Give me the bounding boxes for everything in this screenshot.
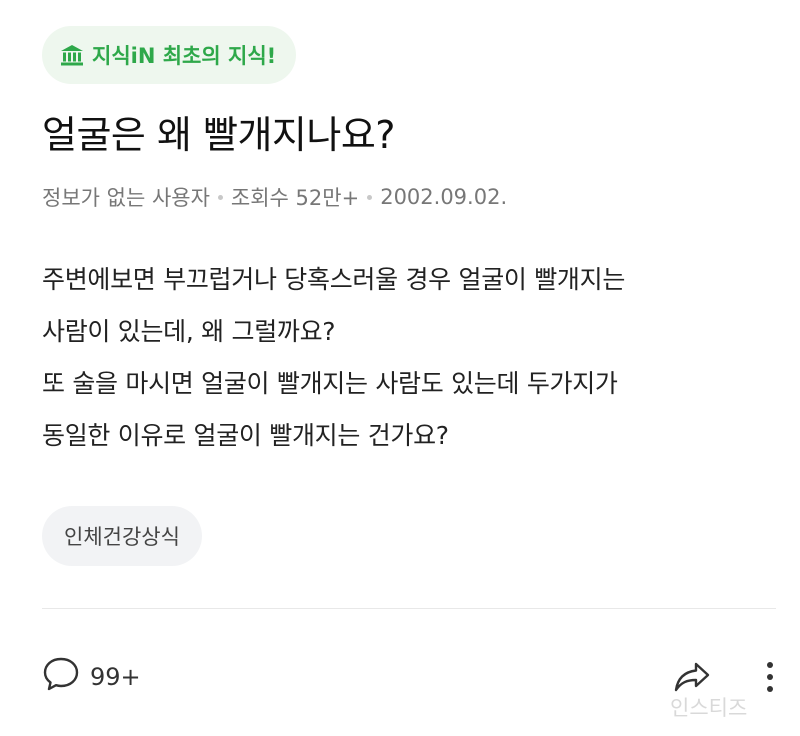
more-options-button[interactable] (760, 660, 780, 698)
body-line: 동일한 이유로 얼굴이 빨개지는 건가요? (42, 421, 449, 450)
question-date: 2002.09.02. (380, 185, 508, 209)
comment-button[interactable]: 99+ (42, 655, 141, 699)
more-vertical-icon (760, 662, 780, 698)
category-tag[interactable]: 인체건강상식 (42, 506, 202, 566)
question-title: 얼굴은 왜 빨개지나요? (42, 113, 395, 157)
meta-separator (367, 194, 373, 200)
meta-separator (217, 194, 223, 200)
comment-count: 99+ (90, 663, 141, 691)
question-body: 주변에보면 부끄럽거나 당혹스러울 경우 얼굴이 빨개지는 사람이 있는데, 왜… (42, 254, 772, 462)
speech-bubble-icon (42, 655, 80, 699)
author-name[interactable]: 정보가 없는 사용자 (42, 182, 210, 212)
body-line: 또 술을 마시면 얼굴이 빨개지는 사람도 있는데 두가지가 (42, 369, 618, 398)
divider (42, 608, 776, 609)
body-line: 주변에보면 부끄럽거나 당혹스러울 경우 얼굴이 빨개지는 (42, 265, 626, 294)
bank-icon (60, 44, 84, 66)
watermark: 인스티즈 (670, 696, 748, 720)
body-line: 사람이 있는데, 왜 그럴까요? (42, 317, 336, 346)
first-knowledge-badge: 지식iN 최초의 지식! (42, 26, 297, 84)
question-meta: 정보가 없는 사용자 조회수 52만+ 2002.09.02. (42, 182, 507, 212)
view-count: 조회수 52만+ (230, 186, 360, 210)
badge-label: 지식iN 최초의 지식! (92, 44, 277, 68)
